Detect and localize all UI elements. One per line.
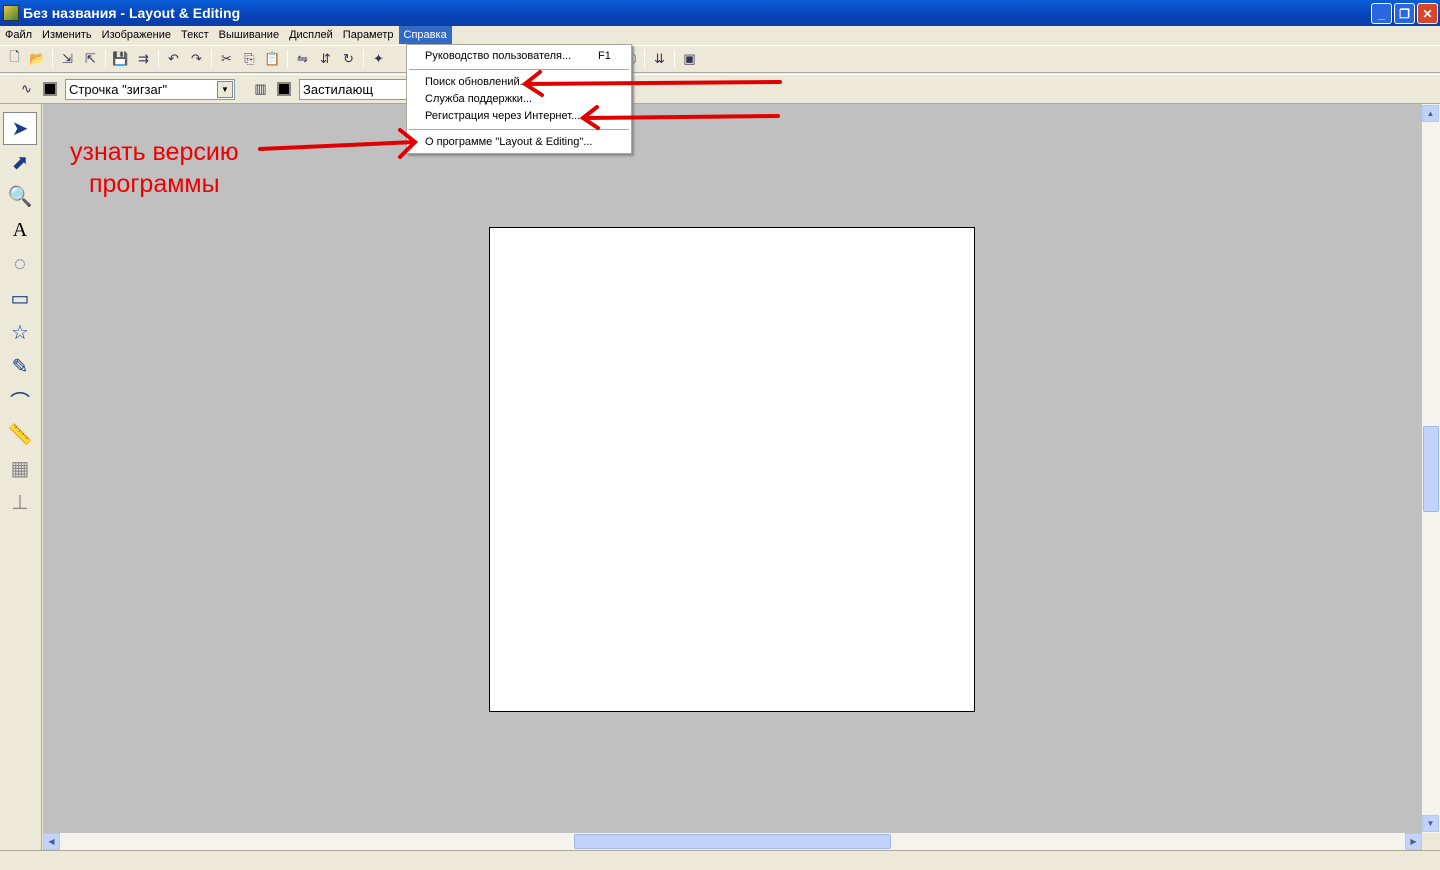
bend-icon[interactable]: ⌒ xyxy=(3,384,37,417)
shortcut-label: F1 xyxy=(598,50,611,62)
embroidery-hoop-page[interactable] xyxy=(489,227,975,712)
import-icon[interactable]: ⇲ xyxy=(56,48,79,70)
status-bar xyxy=(0,850,1440,870)
fill-type-value: Застилающ xyxy=(303,81,374,97)
zoom-icon[interactable]: 🔍 xyxy=(3,180,37,213)
annotation-text: узнать версию программы xyxy=(70,136,239,200)
menu-item-about[interactable]: О программе "Layout & Editing"... xyxy=(407,134,631,151)
cut-icon[interactable]: ✂ xyxy=(215,48,238,70)
menu-image[interactable]: Изображение xyxy=(97,26,176,44)
shape-icon[interactable]: ▭ xyxy=(3,282,37,315)
sew-icon[interactable]: ⇊ xyxy=(648,48,671,70)
window-title: Без названия - Layout & Editing xyxy=(23,5,241,21)
stitch-type-value: Строчка "зигзаг" xyxy=(69,81,168,97)
menu-text[interactable]: Текст xyxy=(176,26,214,44)
line-color-icon[interactable] xyxy=(38,78,61,100)
horizontal-scroll-thumb[interactable] xyxy=(574,834,891,849)
main-toolbar: 🗋 📂 ⇲ ⇱ 💾 ⇉ ↶ ↷ ✂ ⎘ 📋 ⇋ ⇵ ↻ ✦ 🖵 ⇊ ▣ xyxy=(0,45,1440,73)
menu-display[interactable]: Дисплей xyxy=(284,26,338,44)
title-bar: Без названия - Layout & Editing _ ❐ ✕ xyxy=(0,0,1440,26)
select-arrow-icon[interactable]: ➤ xyxy=(3,112,37,145)
stamp-icon[interactable]: ⊥ xyxy=(3,486,37,519)
vertical-scroll-thumb[interactable] xyxy=(1423,426,1439,512)
undo-icon[interactable]: ↶ xyxy=(162,48,185,70)
annotation-line: программы xyxy=(88,170,220,198)
help-menu-dropdown: Руководство пользователя... F1 Поиск обно… xyxy=(406,44,632,154)
scroll-left-button[interactable]: ◀ xyxy=(43,833,60,850)
save-icon[interactable]: 💾 xyxy=(109,48,132,70)
star-icon[interactable]: ☆ xyxy=(3,316,37,349)
scroll-right-button[interactable]: ▶ xyxy=(1405,833,1422,850)
menu-embroidery[interactable]: Вышивание xyxy=(214,26,284,44)
menu-item-check-updates[interactable]: Поиск обновлений... xyxy=(407,74,631,91)
line-stitch-icon[interactable]: ∿ xyxy=(15,78,38,100)
menu-item-user-guide[interactable]: Руководство пользователя... F1 xyxy=(407,48,631,65)
menu-help[interactable]: Справка xyxy=(398,26,452,44)
new-icon[interactable]: 🗋 xyxy=(3,48,26,70)
fill-stitch-icon[interactable]: ▥ xyxy=(249,78,272,100)
menu-separator xyxy=(409,129,629,130)
transfer-icon[interactable]: ⇉ xyxy=(132,48,155,70)
stitch-toolbar: ∿ Строчка "зигзаг" ▼ ▥ Застилающ xyxy=(0,74,1440,104)
menu-edit[interactable]: Изменить xyxy=(37,26,97,44)
wand-icon[interactable]: ✦ xyxy=(367,48,390,70)
freehand-icon[interactable]: ✎ xyxy=(3,350,37,383)
ruler-icon[interactable]: 📏 xyxy=(3,418,37,451)
scroll-up-button[interactable]: ▲ xyxy=(1422,105,1439,122)
stitch-type-select[interactable]: Строчка "зигзаг" ▼ xyxy=(65,78,235,100)
horizontal-scrollbar[interactable]: ◀ ▶ xyxy=(43,833,1422,850)
mirror-icon[interactable]: ⇋ xyxy=(291,48,314,70)
flip-icon[interactable]: ⇵ xyxy=(314,48,337,70)
menu-separator xyxy=(409,69,629,70)
point-edit-icon[interactable]: ⬈ xyxy=(3,146,37,179)
menu-item-label: Руководство пользователя... xyxy=(425,50,572,62)
lasso-icon[interactable]: ◌ xyxy=(3,248,37,281)
scroll-down-button[interactable]: ▼ xyxy=(1422,815,1439,832)
copy-icon[interactable]: ⎘ xyxy=(238,48,261,70)
fill-color-icon[interactable] xyxy=(272,78,295,100)
annotation-line: узнать версию xyxy=(70,138,239,166)
window-icon[interactable]: ▣ xyxy=(678,48,701,70)
menu-item-support[interactable]: Служба поддержки... xyxy=(407,91,631,108)
tool-panel: ➤ ⬈ 🔍 A ◌ ▭ ☆ ✎ ⌒ 📏 ▦ ⊥ xyxy=(0,104,42,850)
text-icon[interactable]: A xyxy=(3,214,37,247)
menu-options[interactable]: Параметр xyxy=(338,26,399,44)
menu-file[interactable]: Файл xyxy=(0,26,37,44)
rotate-icon[interactable]: ↻ xyxy=(337,48,360,70)
minimize-button[interactable]: _ xyxy=(1371,3,1392,24)
redo-icon[interactable]: ↷ xyxy=(185,48,208,70)
restore-button[interactable]: ❐ xyxy=(1394,3,1415,24)
menu-bar: Файл Изменить Изображение Текст Вышивани… xyxy=(0,26,1440,44)
app-icon xyxy=(3,5,19,21)
vertical-scrollbar[interactable]: ▲ ▼ xyxy=(1422,104,1440,833)
open-icon[interactable]: 📂 xyxy=(26,48,49,70)
stitch-pattern-icon[interactable]: ▦ xyxy=(3,452,37,485)
paste-icon[interactable]: 📋 xyxy=(261,48,284,70)
menu-item-online-registration[interactable]: Регистрация через Интернет... xyxy=(407,108,631,125)
export-icon[interactable]: ⇱ xyxy=(79,48,102,70)
chevron-down-icon[interactable]: ▼ xyxy=(217,80,233,98)
close-button[interactable]: ✕ xyxy=(1417,3,1438,24)
